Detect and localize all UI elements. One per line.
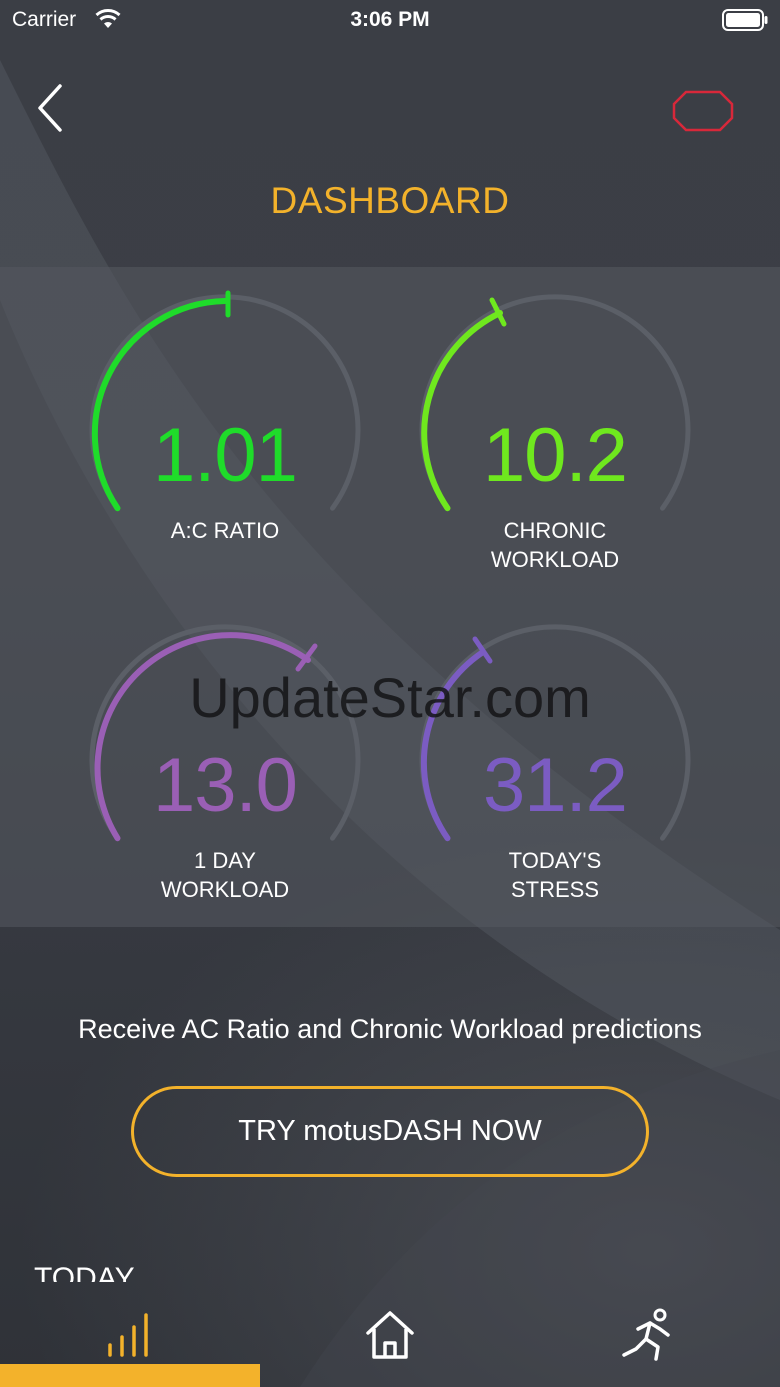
gauge-label-line1: 1 DAY bbox=[194, 848, 256, 873]
gauge-label: A:C RATIO bbox=[75, 516, 375, 545]
gauge-label-line1: CHRONIC bbox=[503, 518, 607, 543]
promo-text: Receive AC Ratio and Chronic Workload pr… bbox=[78, 1014, 702, 1044]
gauge-label-line2: WORKLOAD bbox=[490, 547, 620, 572]
watermark: UpdateStar.com bbox=[189, 666, 591, 729]
octagon-badge-icon bbox=[672, 90, 734, 132]
tab-activity[interactable] bbox=[520, 1283, 780, 1387]
gauge-label: 1 DAY WORKLOAD bbox=[75, 846, 375, 904]
status-bar: Carrier 3:06 PM bbox=[0, 0, 780, 40]
tab-home[interactable] bbox=[260, 1283, 520, 1387]
runner-icon bbox=[622, 1308, 670, 1361]
gauge-label: TODAY'S STRESS bbox=[405, 846, 705, 904]
active-tab-indicator bbox=[0, 1364, 260, 1387]
gauge-value: 31.2 bbox=[483, 743, 628, 828]
gauge-value: 1.01 bbox=[153, 413, 298, 498]
home-icon bbox=[366, 1311, 414, 1359]
gauge-label-line1: A:C RATIO bbox=[170, 518, 280, 543]
clock: 3:06 PM bbox=[350, 8, 430, 31]
try-motusdash-button[interactable]: TRY motusDASH NOW bbox=[131, 1086, 649, 1177]
gauge-ac-ratio[interactable]: 1.01 A:C RATIO bbox=[75, 284, 375, 584]
gauge-chronic-workload[interactable]: 10.2 CHRONIC WORKLOAD bbox=[405, 284, 705, 584]
bar-chart-icon bbox=[108, 1313, 148, 1357]
status-badge[interactable] bbox=[672, 90, 734, 132]
chevron-left-icon bbox=[38, 84, 62, 132]
gauge-label: CHRONIC WORKLOAD bbox=[405, 516, 705, 574]
page-title: DASHBOARD bbox=[270, 180, 510, 221]
back-button[interactable] bbox=[30, 80, 74, 136]
gauge-1-day-workload[interactable]: 13.0 1 DAY WORKLOAD bbox=[75, 614, 375, 914]
gauge-value: 10.2 bbox=[483, 413, 628, 498]
gauge-label-line2: STRESS bbox=[510, 877, 600, 902]
gauge-todays-stress[interactable]: 31.2 TODAY'S STRESS bbox=[405, 614, 705, 914]
gauge-value: 13.0 bbox=[153, 743, 298, 828]
section-heading-today: TODAY bbox=[34, 1262, 135, 1282]
gauge-label-line1: TODAY'S bbox=[508, 848, 602, 873]
battery-icon bbox=[722, 9, 768, 31]
gauge-label-line2: WORKLOAD bbox=[160, 877, 290, 902]
